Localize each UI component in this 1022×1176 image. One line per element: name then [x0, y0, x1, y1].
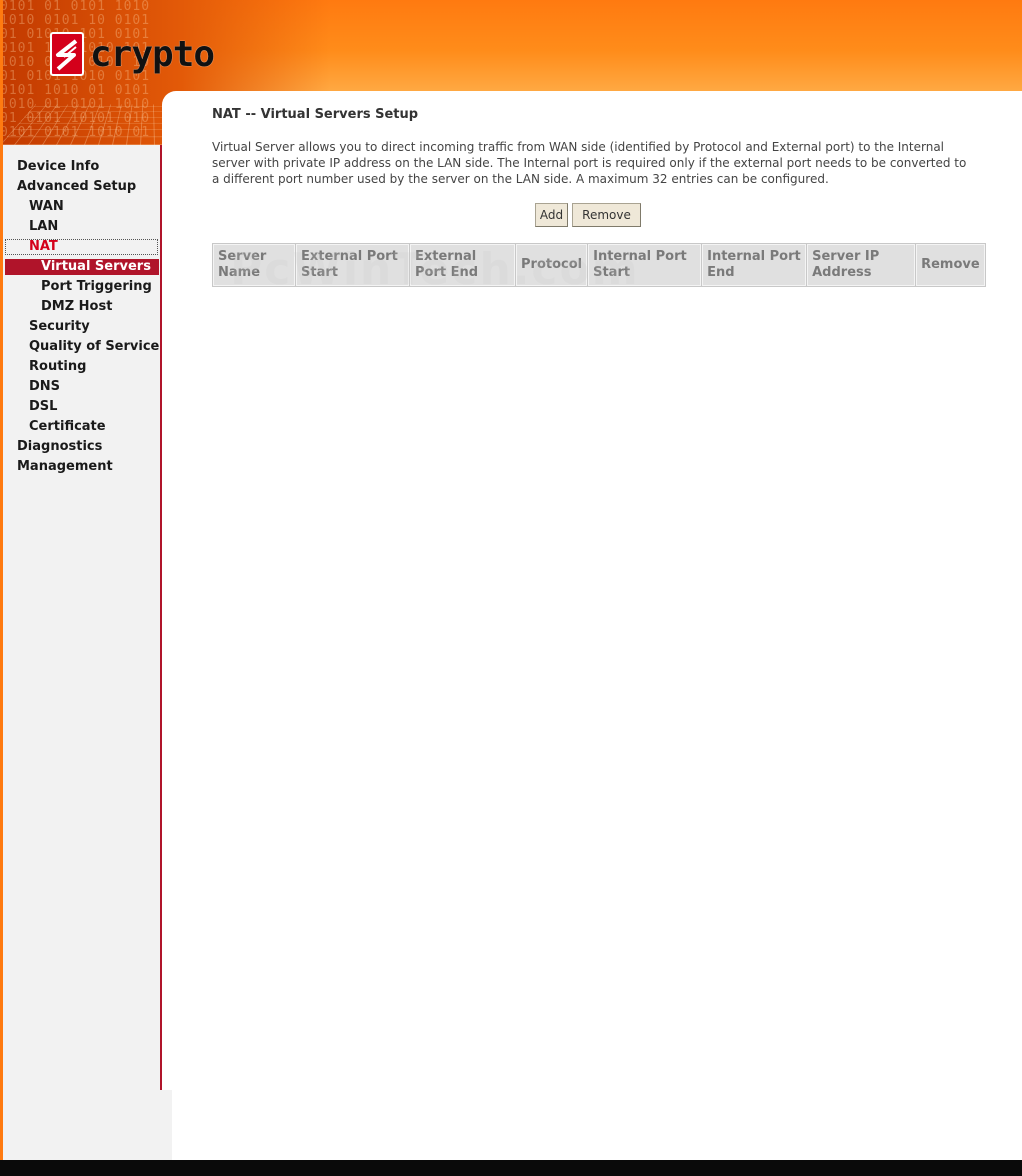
page-title: NAT -- Virtual Servers Setup [212, 107, 419, 122]
sidebar-item-dns[interactable]: DNS [29, 378, 60, 396]
sidebar-item-management[interactable]: Management [17, 458, 113, 476]
sidebar-item-diagnostics[interactable]: Diagnostics [17, 438, 102, 456]
sidebar-item-wan[interactable]: WAN [29, 198, 64, 216]
sidebar-item-lan[interactable]: LAN [29, 218, 58, 236]
sidebar-item-dmz-host[interactable]: DMZ Host [41, 298, 112, 316]
column-header-protocol: Protocol [516, 244, 588, 286]
table-header-row: Server Name External Port Start External… [213, 244, 985, 286]
virtual-servers-table: Server Name External Port Start External… [212, 243, 986, 287]
sidebar-item-device-info[interactable]: Device Info [17, 158, 99, 176]
sidebar-item-advanced-setup[interactable]: Advanced Setup [17, 178, 136, 196]
sidebar-item-port-triggering[interactable]: Port Triggering [41, 278, 152, 296]
sidebar-item-dsl[interactable]: DSL [29, 398, 57, 416]
sidebar-bottom [3, 1090, 172, 1160]
column-header-internal-port-start: Internal Port Start [588, 244, 702, 286]
column-header-internal-port-end: Internal Port End [702, 244, 807, 286]
nav-focus-outline [5, 239, 158, 255]
sidebar-item-nat[interactable]: NAT [29, 238, 58, 256]
sidebar-item-certificate[interactable]: Certificate [29, 418, 106, 436]
remove-button[interactable]: Remove [572, 203, 641, 227]
page-description: Virtual Server allows you to direct inco… [212, 140, 967, 186]
footer-bar [0, 1160, 1022, 1176]
add-button[interactable]: Add [535, 203, 568, 227]
sidebar-item-virtual-servers[interactable]: Virtual Servers [41, 258, 151, 276]
column-header-external-port-start: External Port Start [296, 244, 409, 286]
brand-logo-text: crypto [90, 33, 215, 75]
sidebar-item-quality-of-service[interactable]: Quality of Service [29, 338, 159, 356]
column-header-external-port-end: External Port End [410, 244, 515, 286]
column-header-server-ip-address: Server IP Address [807, 244, 916, 286]
brand-logo: crypto [50, 32, 215, 76]
sidebar-item-security[interactable]: Security [29, 318, 90, 336]
sidebar-item-routing[interactable]: Routing [29, 358, 86, 376]
column-header-server-name: Server Name [213, 244, 295, 286]
brand-logo-icon [50, 32, 84, 76]
column-header-remove: Remove [916, 244, 985, 286]
